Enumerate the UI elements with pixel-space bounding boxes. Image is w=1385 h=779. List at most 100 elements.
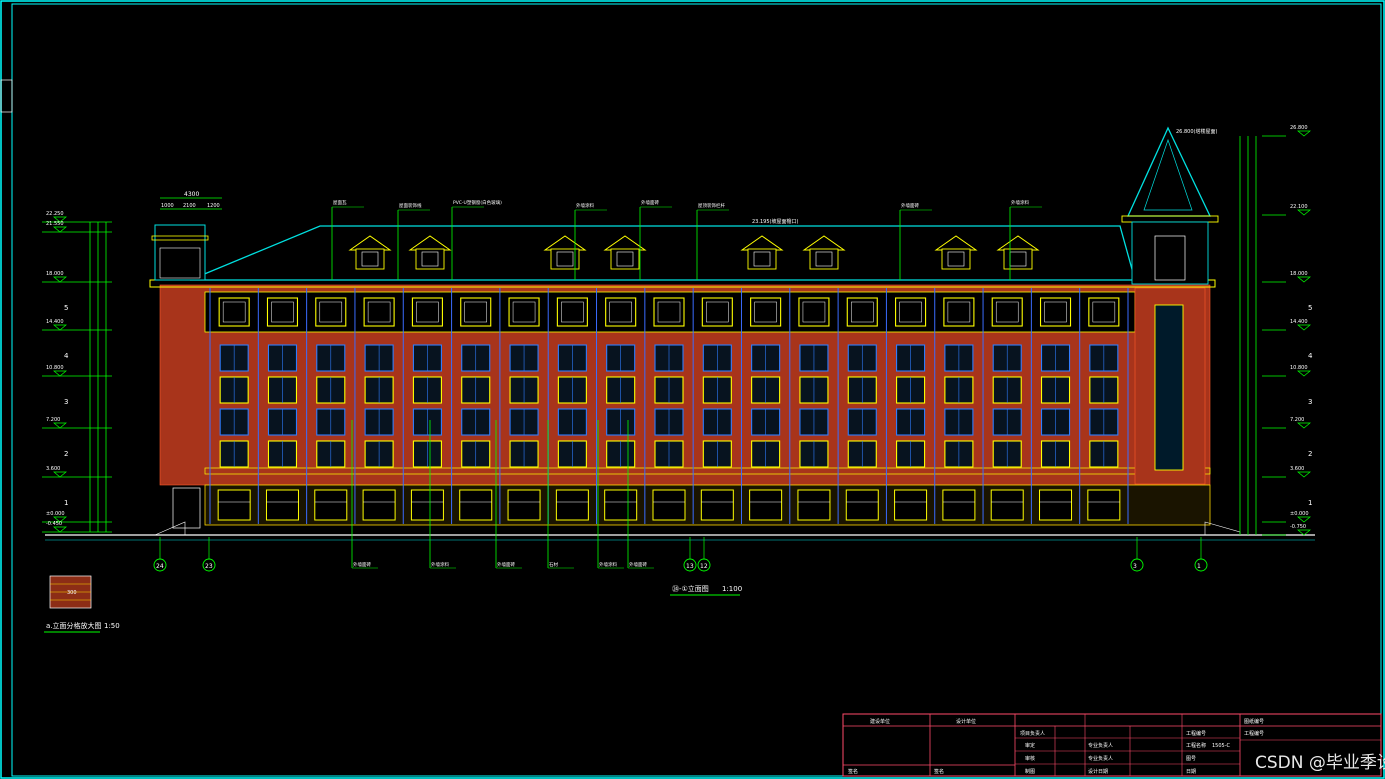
floor-number: 1 xyxy=(1308,499,1312,507)
ground-window xyxy=(314,489,348,521)
ground-window xyxy=(942,489,976,521)
level-marker xyxy=(1297,130,1311,137)
right-dimension-chain: 26.800 22.100 18.000 5 14.400 410.800 3 7.200 2 3… xyxy=(1239,125,1313,536)
callout-text: 外墙涂料 xyxy=(599,561,617,568)
tb-drawing-no: 图纸编号 xyxy=(1244,718,1264,725)
callout-text: 屋面装饰线 xyxy=(399,202,422,209)
tb-project-name: 工程名称 xyxy=(1186,742,1206,749)
floor-number: 4 xyxy=(1308,352,1313,360)
tower-elevation-note: 26.800(塔楼屋面) xyxy=(1176,128,1217,135)
floor-number: 4 xyxy=(64,352,69,360)
axis-label: 12 xyxy=(700,563,708,570)
floor-number: 2 xyxy=(64,450,68,458)
tb-code: 1505-C xyxy=(1212,743,1231,749)
top-dim-3: 1200 xyxy=(207,203,220,209)
roof-elevation-note: 23.195(坡屋面檐口) xyxy=(752,218,798,225)
floor-number: 3 xyxy=(64,398,68,406)
tb-drafter: 制图 xyxy=(1025,768,1035,775)
drawing-title-text: ㉔-①立面图 xyxy=(672,584,709,593)
level-elevation: 10.800 xyxy=(1290,365,1308,371)
callout-text: 外墙涂料 xyxy=(1011,199,1029,206)
callout-text: 外墙面砖 xyxy=(629,561,647,568)
floor-number: 1 xyxy=(64,499,68,507)
level-marker xyxy=(53,276,67,283)
floor-number: 5 xyxy=(1308,304,1312,312)
level-elevation: 14.400 xyxy=(46,319,64,325)
tb-discipline-lead-2: 专业负责人 xyxy=(1088,755,1113,762)
detail-title: a.立面分格放大图 xyxy=(46,621,102,630)
ground-window xyxy=(700,489,734,521)
callout-text: 外墙涂料 xyxy=(576,202,594,209)
detail-enlargement: 300 a.立面分格放大图 1:50 xyxy=(44,575,120,633)
tb-discipline-lead-1: 专业负责人 xyxy=(1088,742,1113,749)
left-dimension-chain: 22.250 21.550 18.000 5 14.400 410.800 3 7.200 2 3… xyxy=(42,211,112,533)
ground-window xyxy=(555,489,589,521)
callout-text: 屋顶装饰栏杆 xyxy=(698,202,725,209)
level-marker xyxy=(53,370,67,377)
ground-window xyxy=(894,489,928,521)
top-dim-total: 4300 xyxy=(184,191,199,198)
ground-window xyxy=(1087,489,1121,521)
tb-project-no: 工程编号 xyxy=(1244,730,1264,737)
tb-sheet: 图号 xyxy=(1186,756,1196,762)
level-marker xyxy=(1297,516,1311,523)
callout-text: 外墙面砖 xyxy=(901,202,919,209)
stair-curtain-window xyxy=(1154,304,1184,471)
entrance-door xyxy=(172,487,201,529)
axis-label: 3 xyxy=(1133,563,1137,570)
ground-window xyxy=(749,489,783,521)
ground-window xyxy=(265,489,299,521)
level-elevation: 10.800 xyxy=(46,365,64,371)
level-elevation: 22.100 xyxy=(1290,204,1308,210)
tb-sign-1: 签名 xyxy=(848,768,858,775)
watermark: CSDN @毕业季设计 xyxy=(1255,753,1385,773)
tb-sign-2: 签名 xyxy=(934,768,944,775)
floor-number: 5 xyxy=(64,304,68,312)
level-marker xyxy=(53,471,67,478)
drawing-title: ㉔-①立面图 1:100 xyxy=(670,584,742,596)
level-marker xyxy=(1297,529,1311,536)
ground-window xyxy=(410,489,444,521)
ground-window xyxy=(797,489,831,521)
ground-window xyxy=(652,489,686,521)
level-elevation: 18.000 xyxy=(46,271,64,277)
level-marker xyxy=(1297,324,1311,331)
detail-dim-label: 300 xyxy=(67,590,77,596)
level-elevation: -0.750 xyxy=(1290,524,1306,530)
ground-window xyxy=(507,489,541,521)
axis-label: 1 xyxy=(1197,563,1201,570)
level-elevation: 7.200 xyxy=(1290,417,1304,423)
ground-window xyxy=(1039,489,1073,521)
callout-text: 屋面瓦 xyxy=(333,200,347,206)
binding-tab xyxy=(0,79,13,113)
tb-project-lead: 项目负责人 xyxy=(1020,730,1045,737)
axis-bubbles: 24 23 13 12 3 1 xyxy=(153,537,1208,572)
callout-text: 外墙面砖 xyxy=(353,561,371,568)
callout-text: 外墙面砖 xyxy=(497,561,515,568)
level-marker xyxy=(1297,422,1311,429)
level-marker xyxy=(53,526,67,533)
level-marker xyxy=(53,324,67,331)
level-elevation: 22.250 xyxy=(46,211,64,217)
level-elevation: 26.800 xyxy=(1290,125,1308,131)
tb-approve: 审定 xyxy=(1025,742,1035,749)
tb-client: 建设单位 xyxy=(870,718,890,725)
callout-text: PVC-U塑钢窗(白色玻璃) xyxy=(453,199,502,206)
spire-tower xyxy=(1126,126,1212,217)
tb-date: 日期 xyxy=(1186,769,1196,775)
ground-window xyxy=(459,489,493,521)
floor-number: 3 xyxy=(1308,398,1312,406)
callout-text: 石材 xyxy=(549,561,558,568)
detail-scale: 1:50 xyxy=(104,622,120,630)
level-elevation: 18.000 xyxy=(1290,271,1308,277)
level-marker xyxy=(53,226,67,233)
tb-designer: 设计单位 xyxy=(956,718,976,725)
level-marker xyxy=(1297,471,1311,478)
top-dim-2: 2100 xyxy=(183,203,196,209)
callout-text: 外墙面砖 xyxy=(641,199,659,206)
level-elevation: 21.550 xyxy=(46,221,64,227)
callout-text: 外墙涂料 xyxy=(431,561,449,568)
tb-review: 审核 xyxy=(1025,755,1035,762)
left-stair-tower xyxy=(154,224,206,281)
floor-number: 2 xyxy=(1308,450,1312,458)
